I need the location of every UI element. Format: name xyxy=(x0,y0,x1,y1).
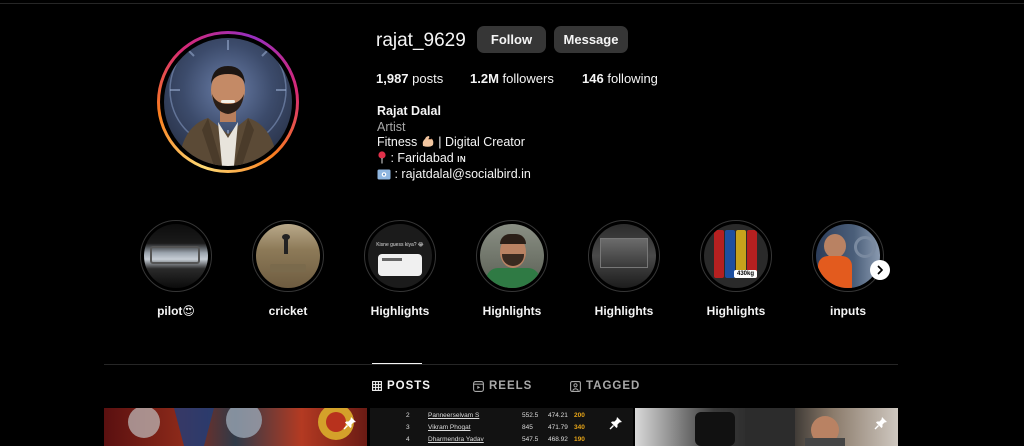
plane-window-thumb-icon xyxy=(144,224,208,288)
leaderboard-row: 2 Panneerselvam S 552.5 474.21 200 xyxy=(406,412,585,419)
followers-link[interactable]: 1.2M followers xyxy=(470,71,582,86)
bio-line-location: : Faridabad IN xyxy=(377,151,531,168)
bio-line-fitness: Fitness | Digital Creator xyxy=(377,135,525,149)
tab-tagged[interactable]: TAGGED xyxy=(570,380,640,392)
highlight-label: cricket xyxy=(268,304,308,318)
leaderboard-row: 4 Dharmendra Yadav 547.5 468.92 190 xyxy=(406,436,585,443)
grid-icon xyxy=(372,381,382,391)
highlight-label: inputs xyxy=(830,304,866,318)
medals-photo xyxy=(128,408,354,446)
profile-full-name: Rajat Dalal xyxy=(377,104,441,118)
follow-button[interactable]: Follow xyxy=(477,26,546,53)
active-tab-indicator xyxy=(372,363,422,364)
gym-photo xyxy=(695,408,845,446)
highlights-next-button[interactable] xyxy=(870,260,890,280)
highlight-thumb-text: 430kg xyxy=(734,270,758,278)
weight-plates-thumb-icon: 430kg xyxy=(704,224,768,288)
highlight-cricket[interactable]: cricket xyxy=(232,220,344,318)
profile-username: rajat_9629 xyxy=(376,30,466,51)
profile-avatar-story-ring[interactable] xyxy=(157,31,299,173)
profile-bio: Rajat Dalal Artist Fitness | Digital Cre… xyxy=(377,104,531,183)
post-thumbnail[interactable]: 2 Panneerselvam S 552.5 474.21 200 3 Vik… xyxy=(370,408,633,446)
email-envelope-icon xyxy=(377,169,391,180)
following-link[interactable]: 146 following xyxy=(582,71,658,86)
highlight-label: pilot😍 xyxy=(157,304,195,318)
tab-reels[interactable]: REELS xyxy=(473,380,532,392)
posts-count: 1,987 posts xyxy=(376,71,444,86)
highlight-label: Highlights xyxy=(594,304,654,318)
top-divider xyxy=(0,3,1024,4)
round-pushpin-icon xyxy=(378,150,386,163)
pinned-post-icon xyxy=(343,417,356,430)
leaderboard-row: 3 Vikram Phogat 845 471.79 340 xyxy=(406,424,585,431)
tagged-icon xyxy=(570,380,581,392)
bio-line-email: : rajatdalal@socialbird.in xyxy=(377,167,531,183)
post-thumbnail[interactable] xyxy=(635,408,898,446)
avatar xyxy=(164,38,292,166)
highlight-pilot[interactable]: pilot😍 xyxy=(120,220,232,318)
highlight-thumb-text: Kisne guess kiya? 😂 xyxy=(376,242,424,248)
highlight-selfie[interactable]: Highlights xyxy=(456,220,568,318)
pinned-post-icon xyxy=(609,417,622,430)
post-thumbnail[interactable] xyxy=(104,408,367,446)
tab-posts[interactable]: POSTS xyxy=(372,380,431,392)
india-flag-letters: IN xyxy=(457,154,467,164)
story-highlights-tray: pilot😍 cricket Kisne guess kiya? 😂 Highl… xyxy=(120,220,910,320)
highlight-window-view[interactable]: Highlights xyxy=(568,220,680,318)
highlight-label: Highlights xyxy=(706,304,766,318)
profile-stats: 1,987 posts 1.2M followers 146 following xyxy=(376,71,658,86)
highlight-label: Highlights xyxy=(370,304,430,318)
chevron-right-icon xyxy=(877,265,883,275)
flexed-biceps-icon xyxy=(422,136,434,147)
message-button[interactable]: Message xyxy=(554,26,628,53)
highlight-chat-screenshot[interactable]: Kisne guess kiya? 😂 Highlights xyxy=(344,220,456,318)
pinned-post-icon xyxy=(874,417,887,430)
tabs-divider xyxy=(104,364,898,365)
selfie-thumb-icon xyxy=(480,224,544,288)
gym-selfie-thumb-icon xyxy=(816,224,880,288)
cricket-field-thumb-icon xyxy=(256,224,320,288)
highlight-label: Highlights xyxy=(482,304,542,318)
chat-screenshot-thumb-icon: Kisne guess kiya? 😂 xyxy=(368,224,432,288)
reels-icon xyxy=(473,380,484,392)
profile-category: Artist xyxy=(377,119,406,134)
window-view-thumb-icon xyxy=(592,224,656,288)
highlight-weight-plates[interactable]: 430kg Highlights xyxy=(680,220,792,318)
